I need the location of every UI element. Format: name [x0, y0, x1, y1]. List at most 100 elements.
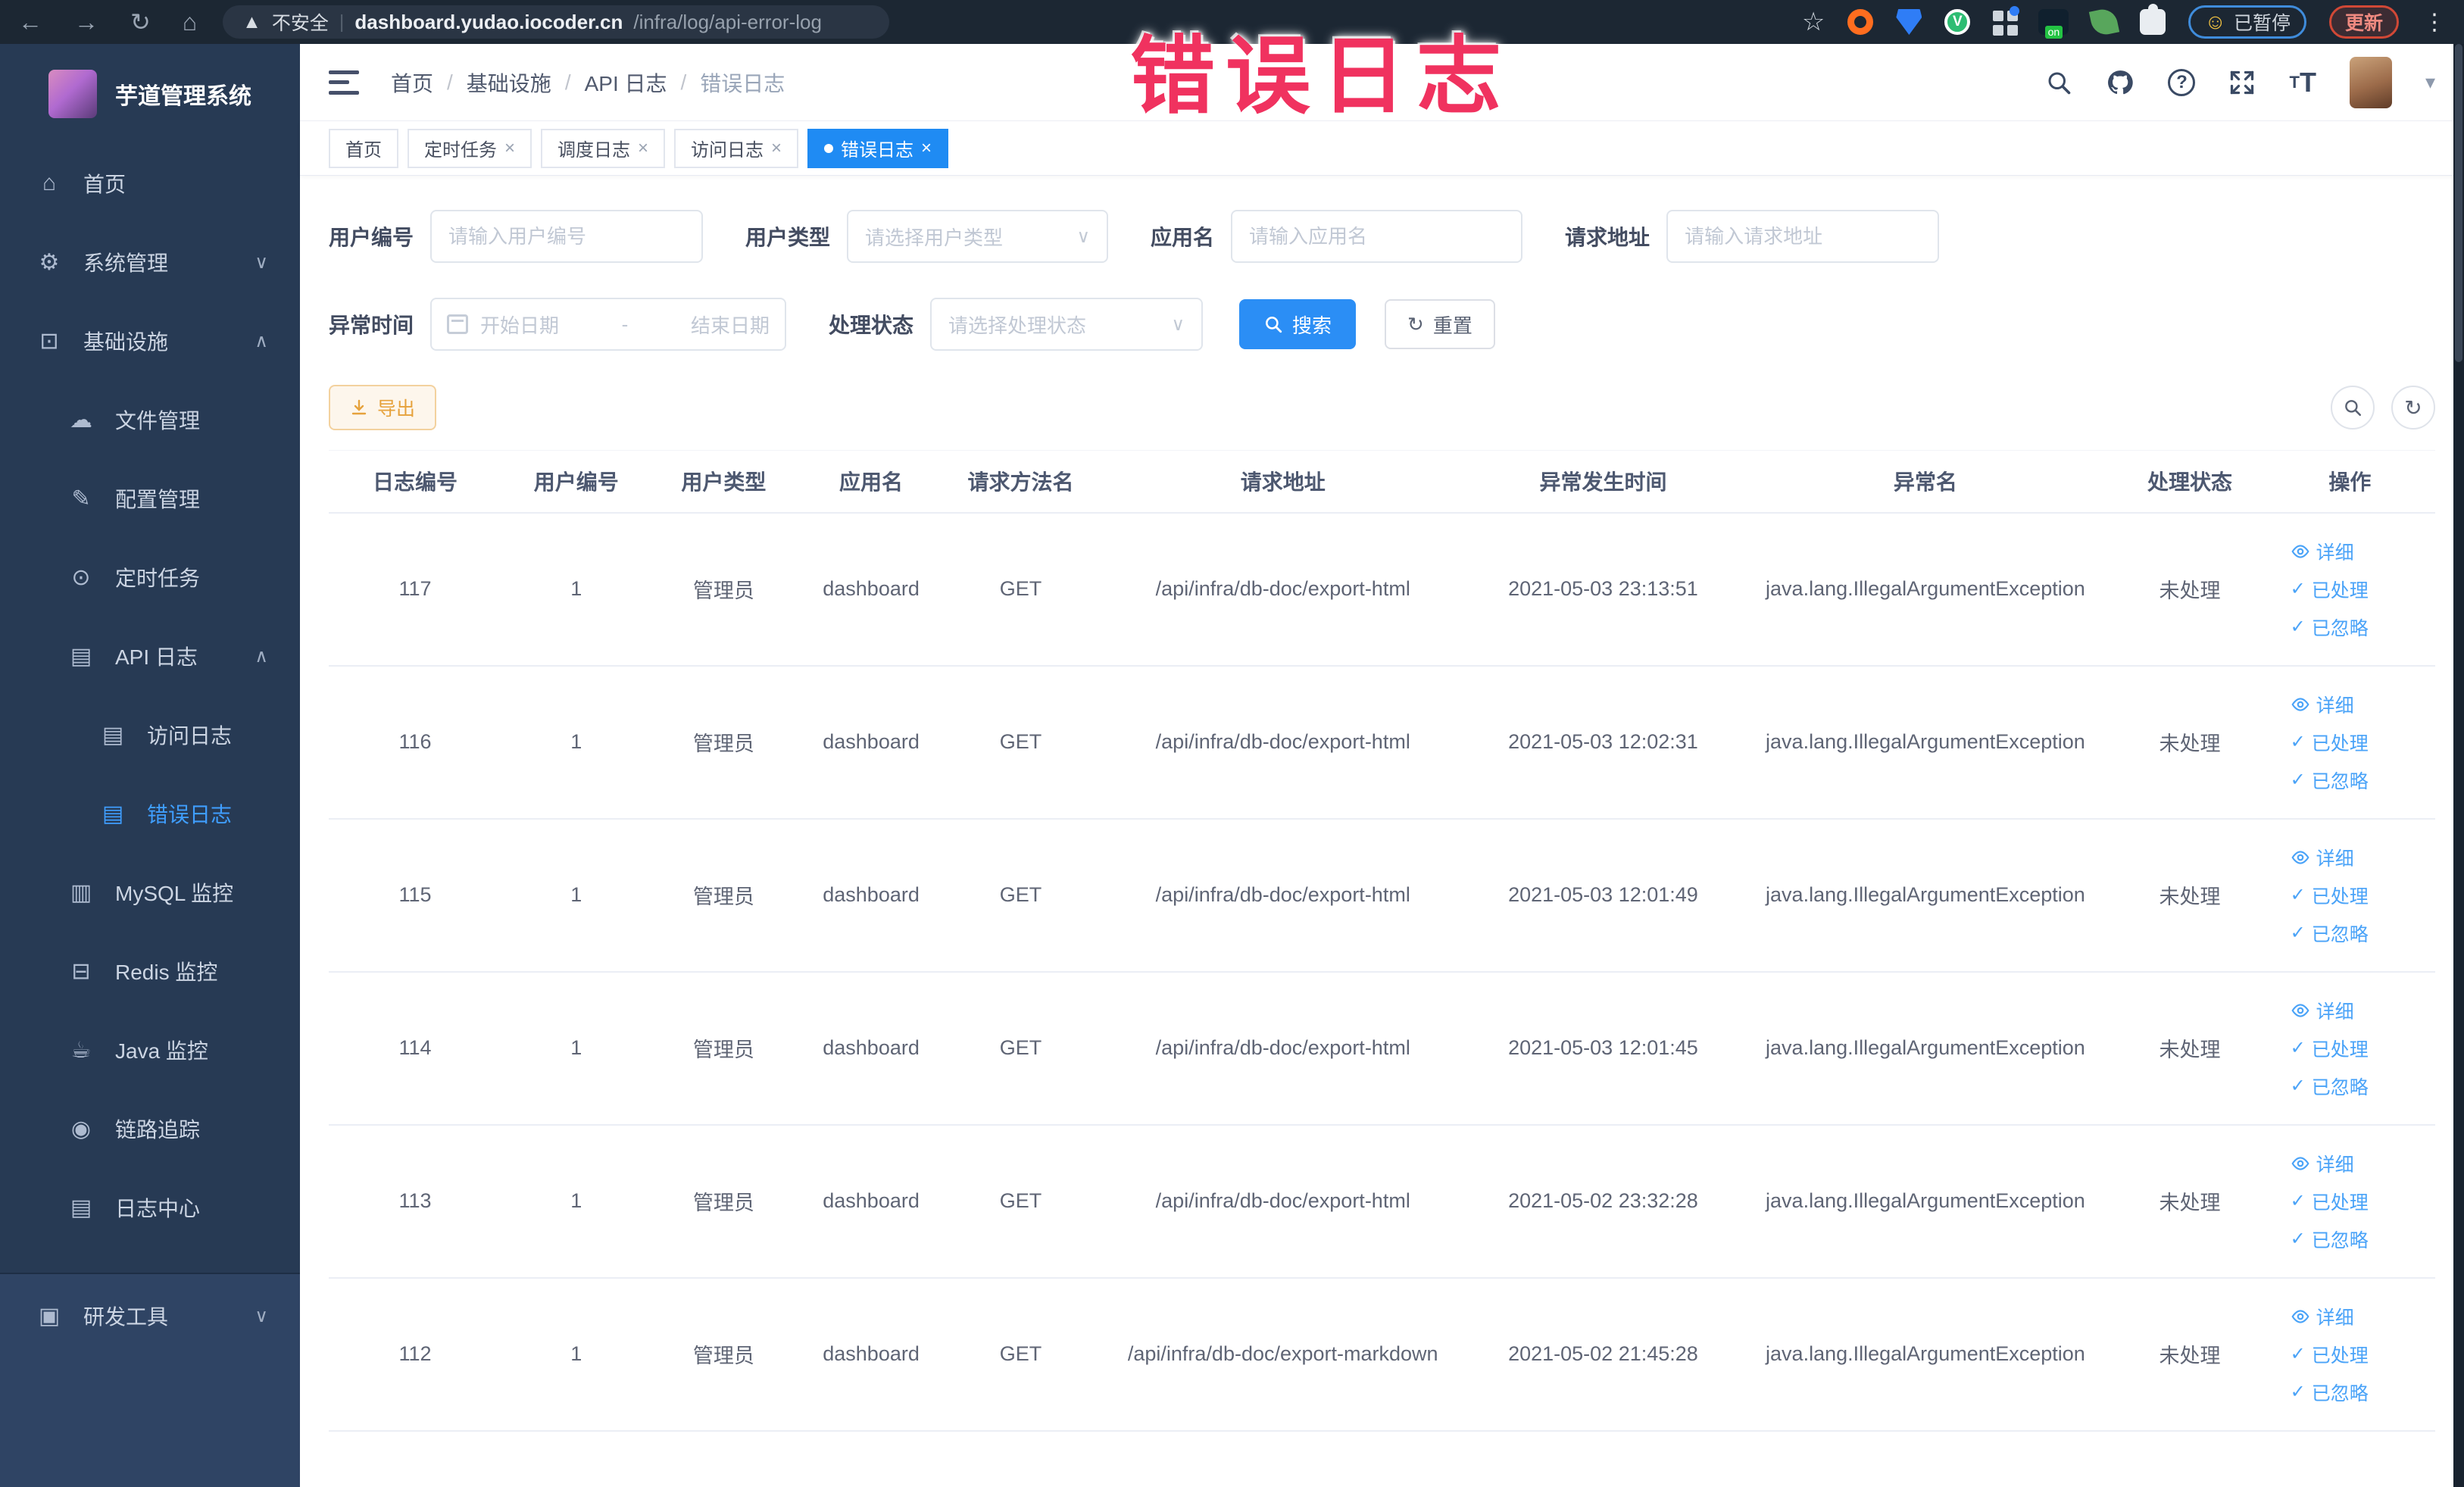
mark-ignored-link[interactable]: ✓ 已忽略 — [2291, 1379, 2369, 1406]
detail-link[interactable]: 详细 — [2291, 997, 2354, 1024]
sidebar-item-devtools[interactable]: ▣ 研发工具 ∨ — [0, 1274, 300, 1357]
mark-processed-link[interactable]: ✓ 已处理 — [2291, 576, 2369, 603]
sidebar-item-error-log[interactable]: ▤ 错误日志 — [0, 774, 300, 853]
refresh-table-button[interactable]: ↻ — [2391, 386, 2435, 430]
tag-tab-error-log[interactable]: 错误日志 × — [807, 128, 949, 168]
export-button[interactable]: 导出 — [329, 385, 437, 430]
forward-icon[interactable]: → — [74, 10, 98, 34]
mark-processed-link[interactable]: ✓ 已处理 — [2291, 1341, 2369, 1368]
extension-grid-icon[interactable] — [1993, 6, 2020, 21]
detail-link[interactable]: 详细 — [2291, 1303, 2354, 1330]
mark-ignored-link[interactable]: ✓ 已忽略 — [2291, 1073, 2369, 1100]
sidebar-item-config[interactable]: ✎ 配置管理 — [0, 459, 300, 538]
sidebar-item-infra[interactable]: ⊡ 基础设施 ∧ — [0, 301, 300, 380]
paused-profile-badge[interactable]: ☺ 已暂停 — [2188, 5, 2306, 39]
page-scrollbar[interactable] — [2453, 44, 2464, 1487]
chevron-down-icon[interactable]: ▾ — [2425, 70, 2435, 94]
breadcrumb-item[interactable]: API 日志 — [585, 67, 667, 98]
extensions-puzzle-icon[interactable] — [2140, 4, 2166, 35]
home-icon[interactable]: ⌂ — [183, 10, 197, 34]
fullscreen-icon[interactable] — [2228, 69, 2256, 96]
help-icon[interactable]: ? — [2168, 68, 2196, 96]
bookmark-star-icon[interactable]: ☆ — [1802, 7, 1825, 37]
tag-tab-home[interactable]: 首页 — [329, 128, 398, 168]
mark-processed-link[interactable]: ✓ 已处理 — [2291, 1035, 2369, 1062]
close-icon[interactable]: × — [638, 138, 648, 159]
detail-link[interactable]: 详细 — [2291, 538, 2354, 565]
detail-link[interactable]: 详细 — [2291, 691, 2354, 718]
cell-user-type: 管理员 — [651, 1277, 797, 1432]
request-url-input[interactable] — [1666, 210, 1940, 263]
start-date-placeholder[interactable]: 开始日期 — [480, 311, 559, 339]
update-button[interactable]: 更新 — [2328, 5, 2399, 39]
close-icon[interactable]: × — [771, 138, 782, 159]
sidebar-item-job[interactable]: ⊙ 定时任务 — [0, 538, 300, 617]
address-bar[interactable]: ▲ 不安全 | dashboard.yudao.iocoder.cn/infra… — [223, 5, 890, 39]
tag-tab-job[interactable]: 定时任务 × — [408, 128, 532, 168]
warning-icon: ▲ — [242, 11, 261, 33]
user-id-input[interactable] — [430, 210, 704, 263]
sidebar-item-system[interactable]: ⚙ 系统管理 ∨ — [0, 223, 300, 301]
close-icon[interactable]: × — [504, 138, 515, 159]
search-button[interactable]: 搜索 — [1239, 299, 1357, 349]
url-host: dashboard.yudao.iocoder.cn — [354, 10, 623, 33]
cell-app-name: dashboard — [796, 971, 946, 1126]
breadcrumb-item[interactable]: 基础设施 — [467, 67, 551, 98]
extension-sprout-icon[interactable] — [2089, 6, 2120, 38]
sidebar-item-file[interactable]: ☁ 文件管理 — [0, 380, 300, 459]
extension-on-icon[interactable]: on — [2038, 9, 2069, 39]
font-size-icon[interactable]: TT — [2289, 68, 2316, 96]
tag-tab-access-log[interactable]: 访问日志 × — [674, 128, 799, 168]
process-status-select[interactable]: 请选择处理状态 ∨ — [930, 298, 1204, 351]
extension-shield-icon[interactable] — [1896, 9, 1922, 35]
mark-ignored-link[interactable]: ✓ 已忽略 — [2291, 1226, 2369, 1253]
table-row: 117 1 管理员 dashboard GET /api/infra/db-do… — [329, 512, 2435, 667]
cell-method: GET — [945, 512, 1096, 667]
tag-tab-job-log[interactable]: 调度日志 × — [541, 128, 666, 168]
cell-time: 2021-05-02 21:45:28 — [1470, 1277, 1736, 1432]
sidebar-item-log-center[interactable]: ▤ 日志中心 — [0, 1168, 300, 1247]
search-icon[interactable] — [2045, 69, 2072, 96]
mark-ignored-link[interactable]: ✓ 已忽略 — [2291, 920, 2369, 947]
app-name-input[interactable] — [1231, 210, 1523, 263]
user-type-select[interactable]: 请选择用户类型 ∨ — [847, 210, 1109, 263]
sidebar-item-home[interactable]: ⌂ 首页 — [0, 144, 300, 223]
table-row: 115 1 管理员 dashboard GET /api/infra/db-do… — [329, 818, 2435, 973]
refresh-icon[interactable]: ↻ — [130, 10, 151, 34]
sidebar-item-mysql[interactable]: ▥ MySQL 监控 — [0, 853, 300, 932]
sidebar-item-java[interactable]: ☕ Java 监控 — [0, 1011, 300, 1089]
mark-ignored-link[interactable]: ✓ 已忽略 — [2291, 767, 2369, 794]
toggle-search-button[interactable] — [2331, 386, 2375, 430]
detail-link[interactable]: 详细 — [2291, 844, 2354, 871]
app-logo[interactable]: 芋道管理系统 — [0, 44, 300, 144]
avatar[interactable] — [2349, 56, 2392, 108]
tag-label: 访问日志 — [691, 140, 764, 161]
reset-button[interactable]: ↻ 重置 — [1385, 299, 1495, 349]
sidebar-item-api-log[interactable]: ▤ API 日志 ∧ — [0, 617, 300, 695]
detail-link[interactable]: 详细 — [2291, 1150, 2354, 1177]
github-icon[interactable] — [2106, 68, 2135, 97]
cell-log-id: 113 — [329, 1124, 502, 1279]
extension-vue-icon[interactable]: V — [1944, 9, 1971, 35]
sidebar-collapse-icon[interactable] — [329, 70, 359, 95]
back-icon[interactable]: ← — [18, 10, 42, 34]
browser-menu-icon[interactable]: ⋮ — [2423, 9, 2446, 36]
exception-time-range-picker[interactable]: 开始日期 - 结束日期 — [430, 298, 787, 351]
cell-actions: 详细 ✓ 已处理 ✓ 已忽略 — [2264, 971, 2435, 1126]
sidebar-item-label: 系统管理 — [83, 251, 169, 275]
sidebar-item-trace[interactable]: ◉ 链路追踪 — [0, 1089, 300, 1168]
scrollbar-thumb[interactable] — [2455, 44, 2462, 362]
filter-label-app-name: 应用名 — [1151, 226, 1215, 249]
end-date-placeholder[interactable]: 结束日期 — [691, 311, 770, 339]
extension-orange-icon[interactable] — [1847, 9, 1874, 35]
mark-processed-link[interactable]: ✓ 已处理 — [2291, 1188, 2369, 1215]
sidebar-item-redis[interactable]: ⊟ Redis 监控 — [0, 932, 300, 1011]
breadcrumb: 首页 / 基础设施 / API 日志 / 错误日志 — [391, 67, 785, 98]
breadcrumb-item[interactable]: 首页 — [391, 67, 433, 98]
mark-processed-link[interactable]: ✓ 已处理 — [2291, 729, 2369, 756]
mark-ignored-link[interactable]: ✓ 已忽略 — [2291, 614, 2369, 641]
close-icon[interactable]: × — [921, 138, 932, 159]
sidebar-item-access-log[interactable]: ▤ 访问日志 — [0, 695, 300, 774]
cell-exception: java.lang.IllegalArgumentException — [1735, 1124, 2116, 1279]
mark-processed-link[interactable]: ✓ 已处理 — [2291, 882, 2369, 909]
